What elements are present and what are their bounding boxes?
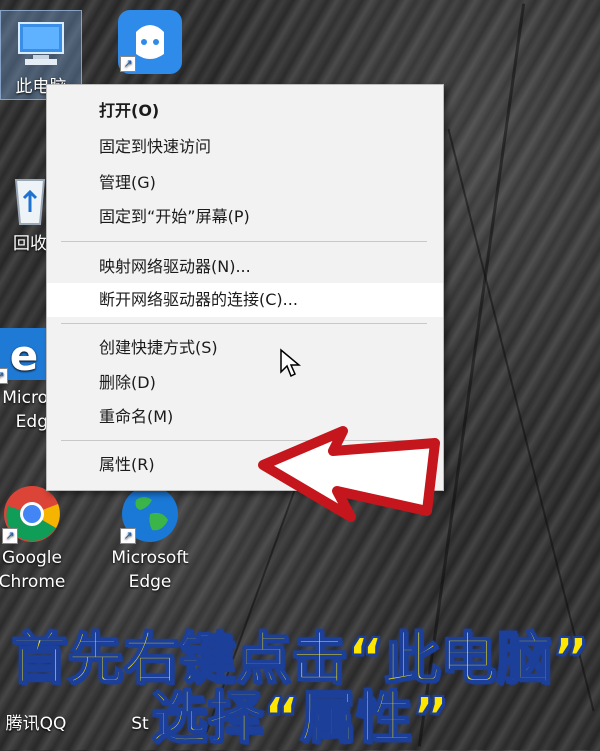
- menu-item-delete[interactable]: 删除(D): [47, 366, 443, 400]
- menu-separator: [61, 323, 427, 324]
- shortcut-arrow-icon: ↗: [120, 56, 136, 72]
- globe-icon: ↗: [118, 482, 182, 546]
- menu-item-map-network-drive[interactable]: 映射网络驱动器(N)...: [47, 250, 443, 284]
- menu-item-manage[interactable]: 管理(G): [47, 166, 443, 200]
- menu-item-pin-quick-access[interactable]: 固定到快速访问: [47, 130, 443, 164]
- computer-icon: [9, 11, 73, 75]
- menu-item-open[interactable]: 打开(O): [47, 94, 443, 128]
- shortcut-arrow-icon: ↗: [0, 368, 8, 384]
- menu-item-create-shortcut[interactable]: 创建快捷方式(S): [47, 331, 443, 365]
- desktop-icon-label: Google Chrome: [0, 548, 66, 592]
- desktop-icon-label: Microsoft Edge: [111, 548, 189, 592]
- mouse-pointer-icon: [279, 348, 302, 382]
- desktop-icon-microsoft-edge[interactable]: ↗ Microsoft Edge: [110, 482, 190, 594]
- menu-separator: [61, 241, 427, 242]
- caption-line-1: 首先右键点击“此电脑”: [10, 627, 590, 693]
- desktop-icon-app[interactable]: ↗: [110, 10, 190, 74]
- shortcut-arrow-icon: ↗: [120, 528, 136, 544]
- shortcut-arrow-icon: ↗: [2, 528, 18, 544]
- app-icon: ↗: [118, 10, 182, 74]
- wallpaper-crack: [447, 128, 595, 712]
- chrome-icon: ↗: [0, 482, 64, 546]
- red-arrow-icon: [255, 425, 450, 534]
- menu-item-disconnect-network-drive[interactable]: 断开网络驱动器的连接(C)...: [47, 283, 443, 317]
- desktop-icon-google-chrome[interactable]: ↗ Google Chrome: [0, 482, 72, 594]
- menu-item-pin-start[interactable]: 固定到“开始”屏幕(P): [47, 200, 443, 234]
- svg-text:e: e: [10, 331, 39, 380]
- caption-line-2: 选择“属性”: [150, 686, 450, 751]
